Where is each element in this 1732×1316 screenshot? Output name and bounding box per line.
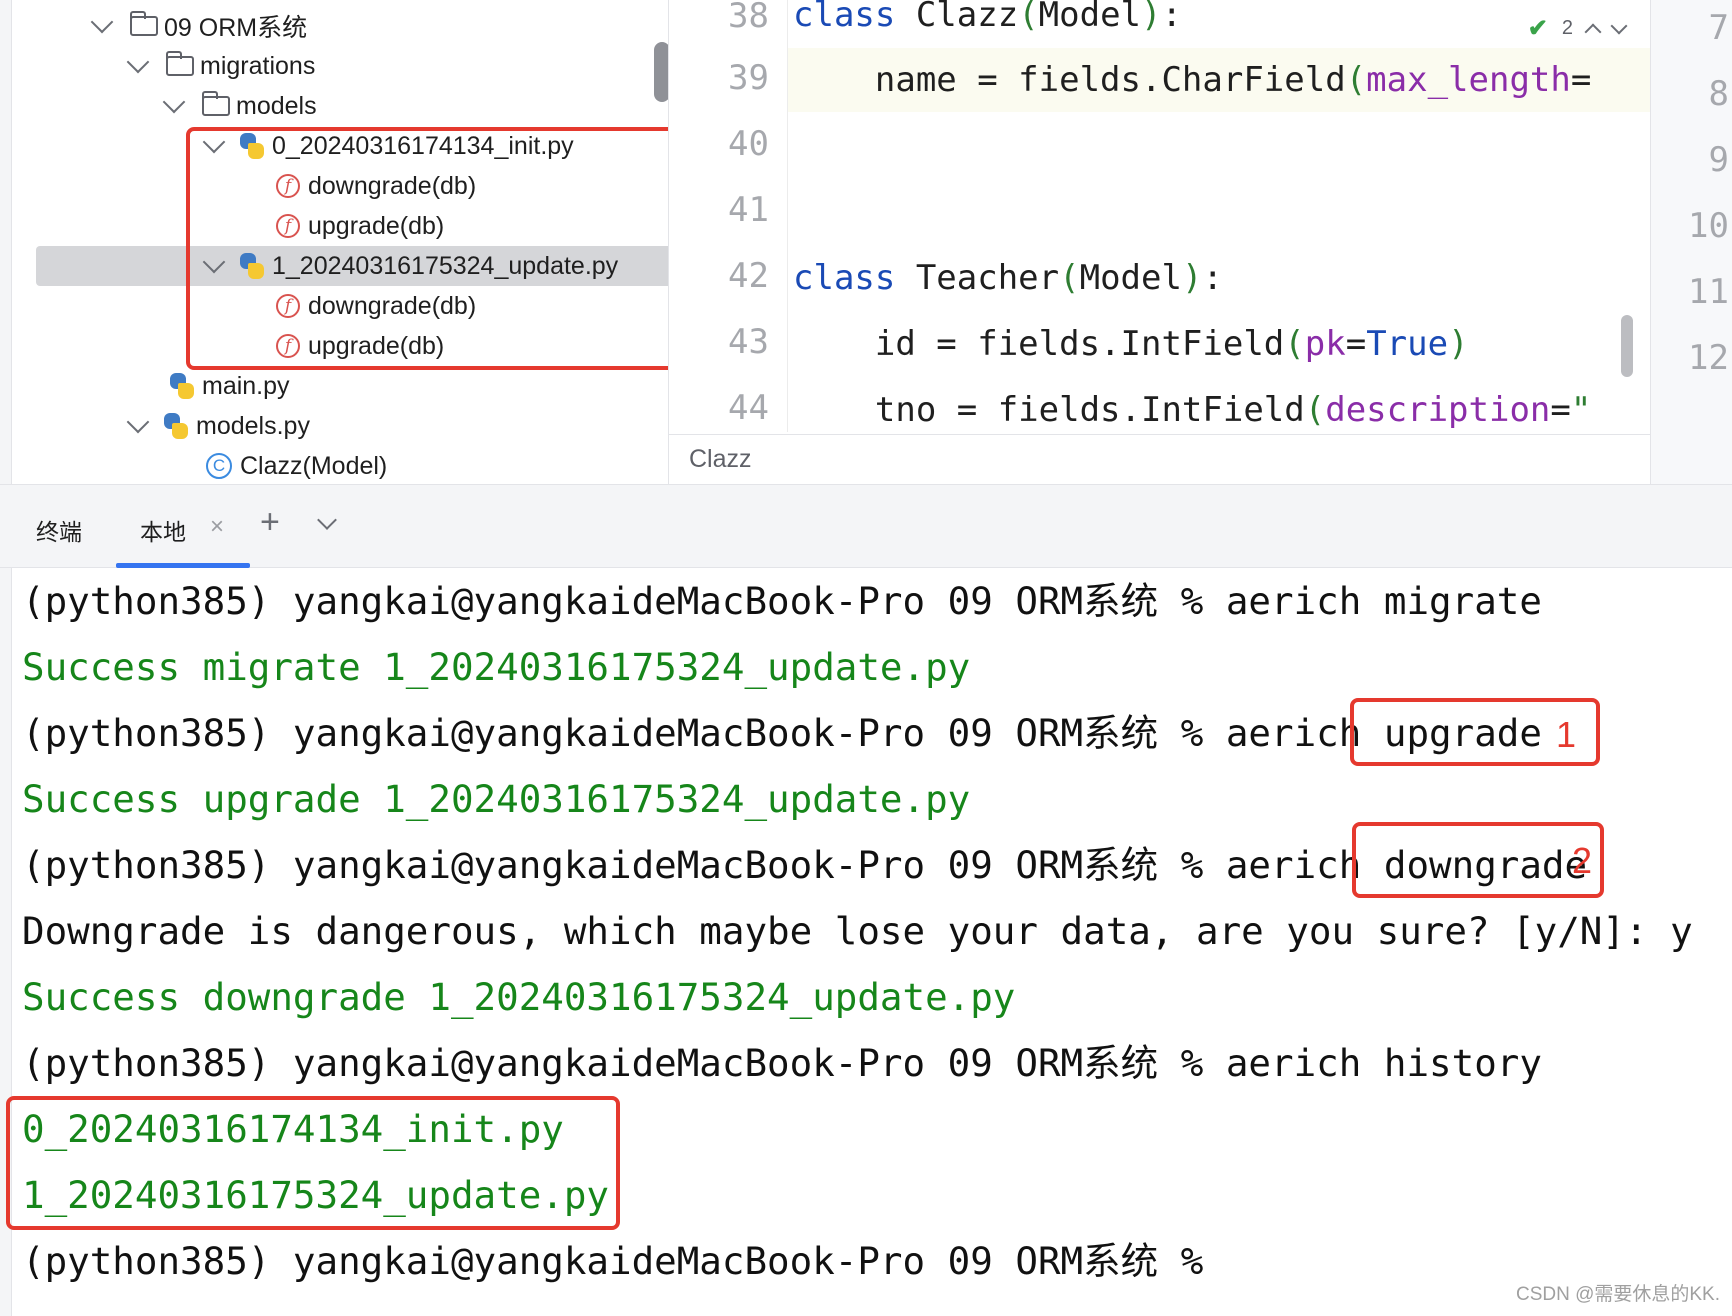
- folder-icon: [202, 91, 230, 116]
- code-line-42: class Teacher(Model):: [793, 258, 1223, 298]
- terminal-line: Success downgrade 1_20240316175324_updat…: [22, 975, 1016, 1019]
- chevron-down-icon[interactable]: [126, 410, 150, 434]
- left-tool-strip: [0, 0, 12, 484]
- tree-item-orm-folder[interactable]: 09 ORM系统: [12, 6, 668, 46]
- breadcrumb: Clazz: [669, 434, 1651, 484]
- line-number: 8: [1708, 74, 1729, 114]
- terminal-line: (python385) yangkai@yangkaideMacBook-Pro…: [22, 711, 1542, 755]
- terminal-line: (python385) yangkai@yangkaideMacBook-Pro…: [22, 1041, 1542, 1085]
- python-file-icon: [162, 412, 190, 440]
- line-number: 40: [728, 124, 769, 164]
- tree-item-label: main.py: [202, 371, 290, 400]
- tree-item-label: migrations: [200, 51, 316, 80]
- chevron-down-icon[interactable]: [90, 10, 114, 34]
- chevron-down-icon[interactable]: [317, 510, 337, 530]
- line-number: 44: [728, 388, 769, 428]
- add-tab-icon[interactable]: +: [260, 503, 280, 542]
- chevron-up-icon[interactable]: [1584, 23, 1602, 40]
- chevron-down-icon[interactable]: [126, 50, 150, 74]
- line-number: 9: [1708, 140, 1729, 180]
- breadcrumb-item[interactable]: Clazz: [689, 445, 752, 474]
- annotation-number: 2: [1571, 840, 1592, 881]
- inspection-count: 2: [1561, 17, 1573, 39]
- line-number: 43: [728, 322, 769, 362]
- tree-item-clazz-class[interactable]: C Clazz(Model): [12, 446, 668, 484]
- folder-icon: [130, 11, 158, 36]
- code-editor[interactable]: 38 39 40 41 42 43 44 class Clazz(Model):…: [668, 0, 1651, 484]
- terminal-title: 终端: [36, 519, 82, 545]
- chevron-down-icon[interactable]: [162, 90, 186, 114]
- tree-item-models-folder[interactable]: models: [12, 86, 668, 126]
- terminal-tab-bar: 终端 本地 × +: [0, 484, 1732, 568]
- code-line-39: name = fields.CharField(max_length=: [793, 60, 1592, 100]
- tree-scrollbar[interactable]: [654, 42, 668, 102]
- tree-item-migrations[interactable]: migrations: [12, 46, 668, 86]
- line-number: 39: [728, 58, 769, 98]
- tab-local[interactable]: 本地: [140, 513, 186, 547]
- folder-icon: [166, 51, 194, 76]
- python-file-icon: [168, 372, 196, 400]
- line-number: 7: [1708, 8, 1729, 48]
- terminal-line: Downgrade is dangerous, which maybe lose…: [22, 909, 1693, 953]
- line-number: 12: [1688, 338, 1729, 378]
- migrations-highlight-box: [186, 127, 686, 370]
- chevron-down-icon[interactable]: [1610, 17, 1628, 34]
- editor-scrollbar[interactable]: [1621, 315, 1633, 377]
- split-editor-gutter: 7 8 9 10 11 12: [1650, 0, 1732, 484]
- class-icon: C: [206, 453, 232, 479]
- terminal-line: Success upgrade 1_20240316175324_update.…: [22, 777, 971, 821]
- line-number: 42: [728, 256, 769, 296]
- tree-item-label: 09 ORM系统: [164, 14, 308, 42]
- upgrade-highlight-box: 1: [1350, 698, 1600, 766]
- line-number: 41: [728, 190, 769, 230]
- terminal-line: (python385) yangkai@yangkaideMacBook-Pro…: [22, 579, 1542, 623]
- tree-item-models-py[interactable]: models.py: [12, 406, 668, 446]
- ide-top-area: 09 ORM系统 migrations models 0_20240316174…: [0, 0, 1732, 484]
- history-highlight-box: [6, 1096, 620, 1230]
- tree-item-label: models: [236, 91, 317, 120]
- code-line-38: class Clazz(Model):: [793, 0, 1182, 35]
- line-number: 11: [1688, 272, 1729, 312]
- annotation-number: 1: [1555, 714, 1576, 755]
- close-icon[interactable]: ×: [210, 513, 224, 541]
- terminal-line: (python385) yangkai@yangkaideMacBook-Pro…: [22, 1239, 1204, 1283]
- line-number: 38: [728, 0, 769, 36]
- line-number: 10: [1688, 206, 1729, 246]
- terminal-line: Success migrate 1_20240316175324_update.…: [22, 645, 971, 689]
- downgrade-highlight-box: 2: [1352, 822, 1604, 898]
- watermark: CSDN @需要休息的KK.: [1515, 1284, 1720, 1305]
- tree-item-label: models.py: [196, 411, 310, 440]
- check-icon: ✔: [1527, 15, 1548, 42]
- line-number-gutter: 38 39 40 41 42 43 44: [669, 0, 788, 432]
- inspection-widget[interactable]: ✔ 2: [1527, 14, 1628, 43]
- code-line-43: id = fields.IntField(pk=True): [793, 324, 1469, 364]
- tree-item-main-py[interactable]: main.py: [12, 366, 668, 406]
- tree-item-label: Clazz(Model): [240, 451, 388, 480]
